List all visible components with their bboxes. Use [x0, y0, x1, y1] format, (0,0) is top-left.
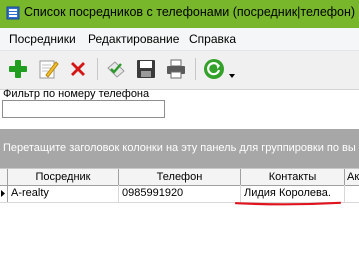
- column-header-extra[interactable]: Ак: [345, 169, 359, 185]
- grid-header: Посредник Телефон Контакты Ак: [0, 168, 359, 186]
- column-header-phone[interactable]: Телефон: [119, 169, 241, 185]
- save-button[interactable]: [132, 55, 160, 83]
- highlight-underline: [235, 201, 341, 206]
- save-icon: [137, 60, 155, 78]
- delete-button[interactable]: [64, 55, 92, 83]
- refresh-icon: [204, 59, 224, 79]
- refresh-button[interactable]: [200, 55, 228, 83]
- cell-extra[interactable]: [345, 185, 359, 202]
- print-button[interactable]: [162, 55, 190, 83]
- refresh-dropdown[interactable]: [226, 55, 238, 83]
- edit-icon: [39, 60, 59, 79]
- toolbar: [0, 51, 359, 90]
- cell-contacts[interactable]: Лидия Королева.: [241, 185, 345, 202]
- app-icon: [6, 6, 20, 20]
- menu-item-brokers[interactable]: Посредники: [9, 32, 76, 46]
- cell-broker[interactable]: A-realty: [8, 185, 119, 202]
- group-by-panel[interactable]: Перетащите заголовок колонки на эту пане…: [0, 129, 359, 168]
- column-header-contacts[interactable]: Контакты: [241, 169, 345, 185]
- group-panel-hint: Перетащите заголовок колонки на эту пане…: [3, 142, 356, 154]
- add-button[interactable]: [4, 55, 32, 83]
- column-header-broker[interactable]: Посредник: [8, 169, 119, 185]
- title-bar: Список посредников с телефонами (посредн…: [0, 0, 359, 28]
- menu-bar: Посредники Редактирование Справка: [0, 28, 359, 51]
- plus-icon: [9, 60, 27, 78]
- menu-item-edit[interactable]: Редактирование: [88, 32, 179, 46]
- chevron-down-icon: [229, 74, 235, 78]
- approve-button[interactable]: [102, 55, 130, 83]
- toolbar-separator: [195, 58, 196, 80]
- edit-button[interactable]: [34, 55, 62, 83]
- toolbar-separator: [97, 58, 98, 80]
- filter-label: Фильтр по номеру телефона: [3, 88, 150, 100]
- window-title: Список посредников с телефонами (посредн…: [24, 5, 356, 19]
- phone-filter-input[interactable]: [2, 100, 165, 118]
- delete-icon: [71, 62, 85, 76]
- check-icon: [107, 61, 125, 78]
- cell-phone[interactable]: 0985991920: [119, 185, 241, 202]
- row-indicator-header: [0, 169, 8, 185]
- menu-item-help[interactable]: Справка: [189, 32, 236, 46]
- print-icon: [167, 59, 185, 79]
